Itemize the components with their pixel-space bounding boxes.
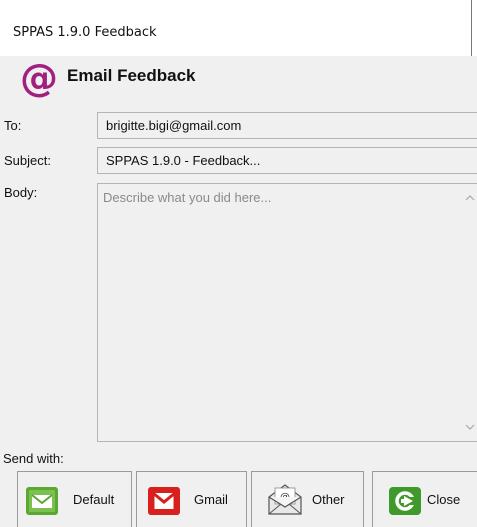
gmail-icon: [148, 487, 180, 515]
window-edge: [471, 0, 477, 56]
subject-value: SPPAS 1.9.0 - Feedback...: [106, 153, 261, 168]
scroll-up-arrow-icon[interactable]: [463, 192, 477, 204]
window-title: SPPAS 1.9.0 Feedback: [13, 25, 157, 40]
send-with-label: Send with:: [3, 451, 64, 466]
to-label: To:: [4, 118, 22, 133]
open-envelope-at-icon: @: [268, 484, 302, 515]
gmail-button[interactable]: Gmail: [136, 471, 247, 527]
scroll-down-arrow-icon[interactable]: [463, 421, 477, 433]
to-value: brigitte.bigi@gmail.com: [106, 118, 242, 133]
other-button-label: Other: [312, 492, 345, 507]
other-button[interactable]: @ Other: [251, 471, 364, 527]
envelope-icon: [26, 487, 58, 515]
header-title: Email Feedback: [67, 66, 196, 85]
exit-icon: [389, 487, 421, 515]
gmail-button-label: Gmail: [194, 492, 228, 507]
to-field[interactable]: brigitte.bigi@gmail.com: [97, 112, 477, 139]
subject-label: Subject:: [4, 153, 51, 168]
body-label: Body:: [4, 185, 38, 200]
default-button-label: Default: [73, 492, 115, 507]
title-bar[interactable]: SPPAS 1.9.0 Feedback: [0, 0, 477, 56]
subject-field[interactable]: SPPAS 1.9.0 - Feedback...: [97, 147, 477, 174]
feedback-window: SPPAS 1.9.0 Feedback @ Email Feedback To…: [0, 0, 477, 527]
body-textarea[interactable]: Describe what you did here...: [97, 183, 477, 442]
default-button[interactable]: Default: [17, 471, 132, 527]
close-button-label: Close: [427, 492, 461, 507]
at-sign-icon: @: [20, 58, 58, 98]
close-button[interactable]: Close: [372, 471, 477, 527]
body-placeholder: Describe what you did here...: [103, 190, 272, 205]
svg-text:@: @: [20, 58, 58, 98]
